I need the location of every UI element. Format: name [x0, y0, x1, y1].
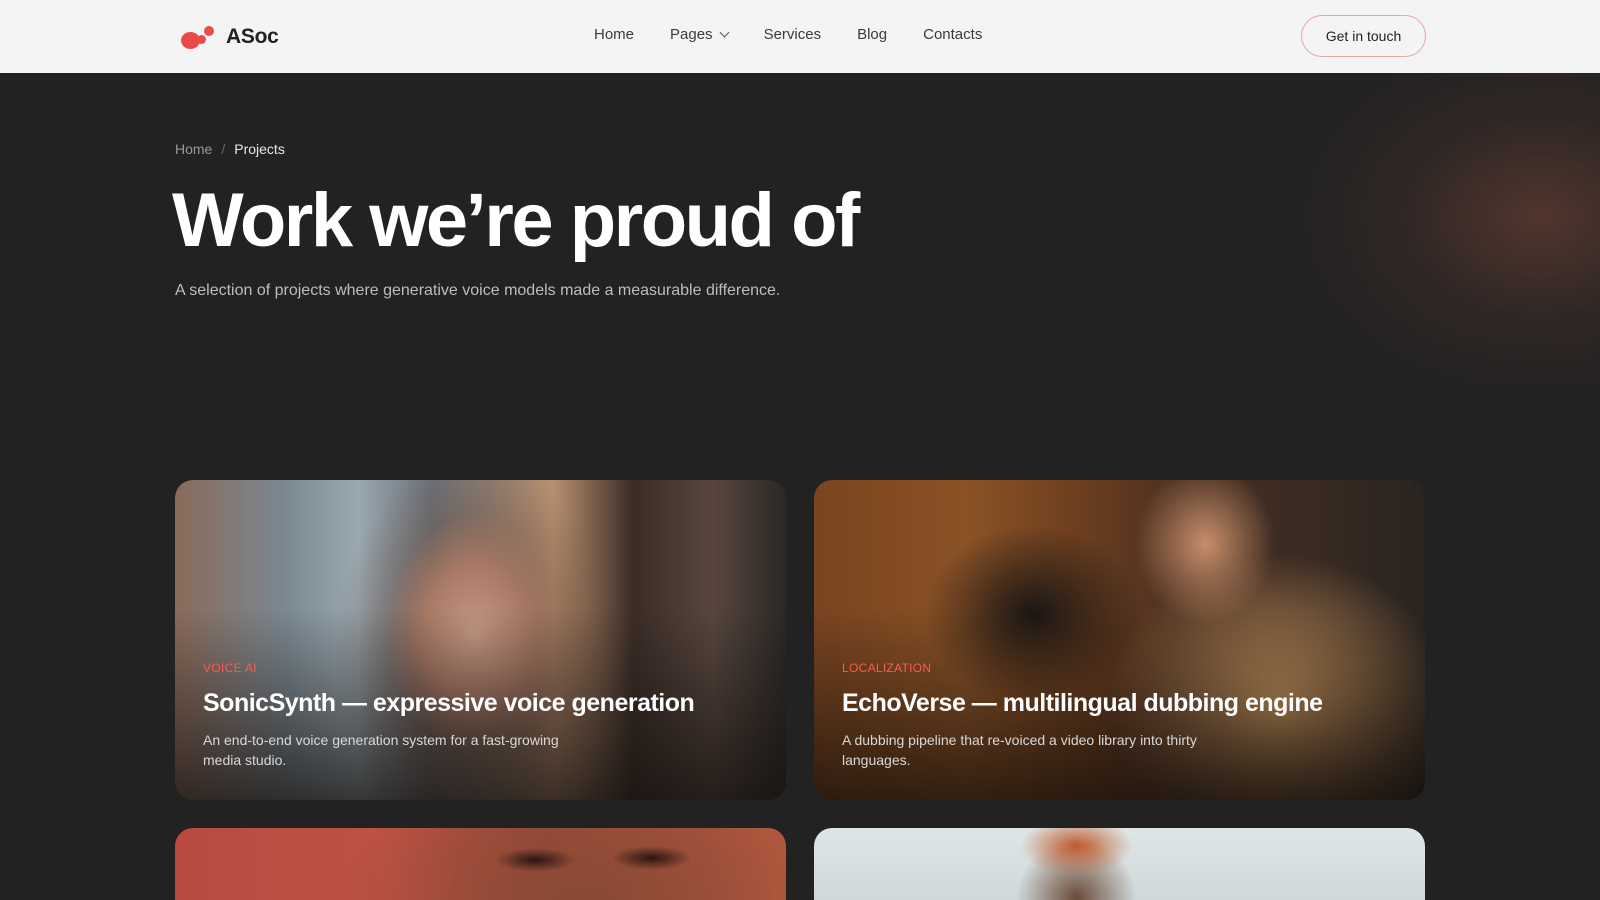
project-card-echoverse[interactable]: LOCALIZATION EchoVerse — multilingual du…: [814, 480, 1425, 800]
get-in-touch-button[interactable]: Get in touch: [1301, 15, 1426, 57]
site-header: ASoc Home Pages Services Blog Contacts G…: [0, 0, 1600, 73]
breadcrumb-current: Projects: [234, 141, 285, 157]
page-subtitle: A selection of projects where generative…: [175, 282, 781, 299]
project-tag: LOCALIZATION: [842, 661, 932, 675]
project-card-text: VOICE AI SonicSynth — expressive voice g…: [203, 661, 695, 770]
nav-item-contacts[interactable]: Contacts: [923, 26, 982, 43]
chevron-down-icon: [719, 27, 730, 38]
nav-item-pages-label: Pages: [670, 26, 713, 43]
nav-item-services[interactable]: Services: [764, 26, 822, 43]
nav-item-home[interactable]: Home: [594, 26, 634, 43]
nav-item-blog[interactable]: Blog: [857, 26, 887, 43]
nav-item-pages[interactable]: Pages: [670, 26, 730, 43]
logo[interactable]: ASoc: [180, 24, 279, 50]
logo-icon: [180, 24, 214, 50]
project-title: EchoVerse — multilingual dubbing engine: [842, 689, 1323, 717]
project-description: A dubbing pipeline that re-voiced a vide…: [842, 732, 1197, 768]
project-title: SonicSynth — expressive voice generation: [203, 689, 695, 717]
project-card-text: LOCALIZATION EchoVerse — multilingual du…: [842, 661, 1323, 770]
project-tag: VOICE AI: [203, 661, 257, 675]
project-card-sonicsynth[interactable]: VOICE AI SonicSynth — expressive voice g…: [175, 480, 786, 800]
project-card-3[interactable]: [175, 828, 786, 900]
page-title: Work we’re proud of: [172, 178, 860, 263]
project-card-4[interactable]: [814, 828, 1425, 900]
hero-glow: [1300, 73, 1600, 393]
brand-name: ASoc: [226, 25, 279, 48]
breadcrumb: Home / Projects: [175, 141, 285, 157]
main-nav: Home Pages Services Blog Contacts: [594, 26, 982, 43]
project-description: An end-to-end voice generation system fo…: [203, 732, 559, 768]
breadcrumb-home[interactable]: Home: [175, 141, 212, 157]
breadcrumb-separator: /: [221, 141, 226, 157]
